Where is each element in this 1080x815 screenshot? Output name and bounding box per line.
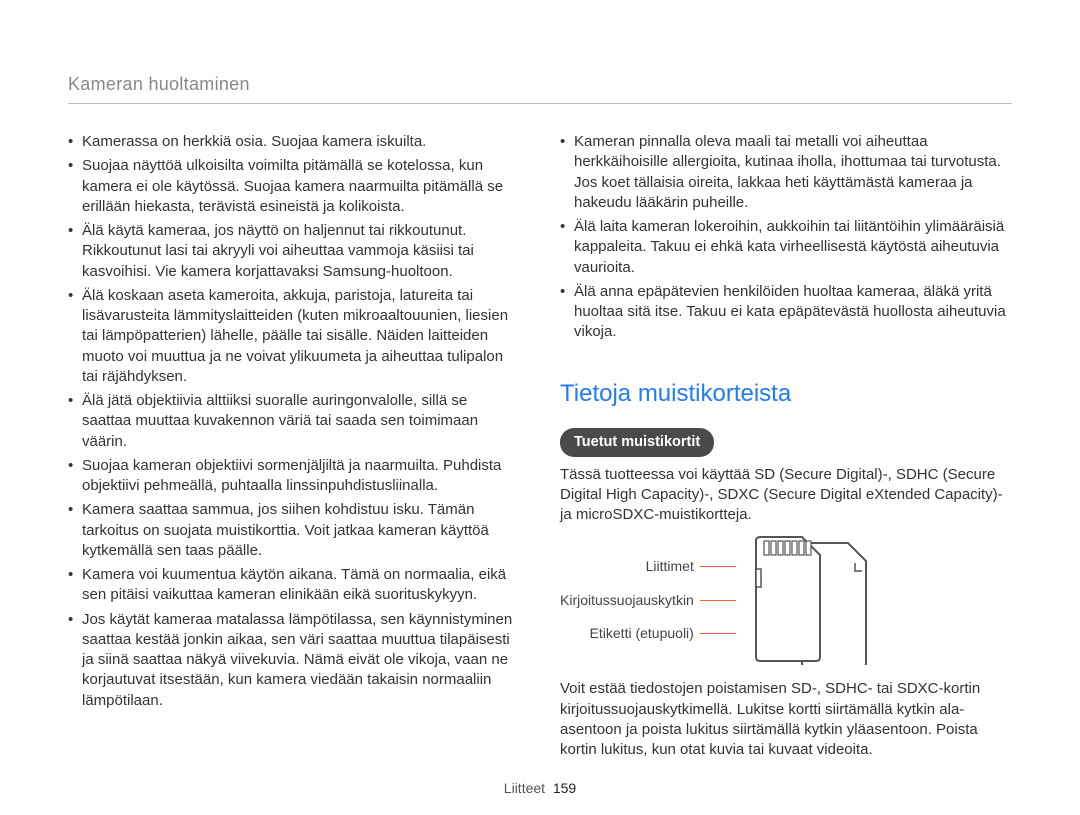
list-item: Kamera voi kuumentua käytön aikana. Tämä… bbox=[68, 565, 520, 606]
sd-label-text: Etiketti (etupuoli) bbox=[590, 624, 694, 644]
sd-label-text: Kirjoitussuojauskytkin bbox=[560, 591, 694, 611]
list-item: Jos käytät kameraa matalassa lämpötilass… bbox=[68, 610, 520, 711]
right-column: Kameran pinnalla oleva maali tai metalli… bbox=[560, 132, 1012, 768]
divider bbox=[68, 103, 1012, 104]
list-item: Kamerassa on herkkiä osia. Suojaa kamera… bbox=[68, 132, 520, 152]
list-item: Älä koskaan aseta kameroita, akkuja, par… bbox=[68, 286, 520, 387]
leader-line bbox=[700, 600, 736, 601]
sd-card-icon bbox=[754, 535, 874, 665]
list-item: Suojaa kameran objektiivi sormenjäljiltä… bbox=[68, 456, 520, 497]
page-footer: Liitteet 159 bbox=[0, 779, 1080, 799]
sd-label-terminal: Liittimet bbox=[646, 557, 736, 577]
list-item: Älä anna epäpätevien henkilöiden huoltaa… bbox=[560, 282, 1012, 343]
leader-line bbox=[700, 633, 736, 634]
right-bullet-list: Kameran pinnalla oleva maali tai metalli… bbox=[560, 132, 1012, 343]
write-protect-paragraph: Voit estää tiedostojen poistamisen SD-, … bbox=[560, 679, 1012, 760]
sd-card-figure: Liittimet Kirjoitussuojauskytkin Etikett… bbox=[560, 535, 1012, 665]
list-item: Älä käytä kameraa, jos näyttö on haljenn… bbox=[68, 221, 520, 282]
breadcrumb: Kameran huoltaminen bbox=[68, 72, 1012, 97]
list-item: Kameran pinnalla oleva maali tai metalli… bbox=[560, 132, 1012, 213]
left-bullet-list: Kamerassa on herkkiä osia. Suojaa kamera… bbox=[68, 132, 520, 711]
content-columns: Kamerassa on herkkiä osia. Suojaa kamera… bbox=[68, 132, 1012, 768]
list-item: Kamera saattaa sammua, jos siihen kohdis… bbox=[68, 500, 520, 561]
sd-label-wpswitch: Kirjoitussuojauskytkin bbox=[560, 591, 736, 611]
list-item: Älä jätä objektiivia alttiiksi suoralle … bbox=[68, 391, 520, 452]
sd-label-front: Etiketti (etupuoli) bbox=[590, 624, 736, 644]
leader-line bbox=[700, 566, 736, 567]
page-number: 159 bbox=[553, 780, 576, 796]
section-title: Tietoja muistikorteista bbox=[560, 377, 1012, 411]
subsection-pill: Tuetut muistikortit bbox=[560, 428, 714, 456]
list-item: Älä laita kameran lokeroihin, aukkoihin … bbox=[560, 217, 1012, 278]
left-column: Kamerassa on herkkiä osia. Suojaa kamera… bbox=[68, 132, 520, 768]
list-item: Suojaa näyttöä ulkoisilta voimilta pitäm… bbox=[68, 156, 520, 217]
supported-cards-paragraph: Tässä tuotteessa voi käyttää SD (Secure … bbox=[560, 465, 1012, 526]
sd-card-labels: Liittimet Kirjoitussuojauskytkin Etikett… bbox=[560, 557, 736, 644]
footer-section: Liitteet bbox=[504, 780, 545, 796]
sd-card-illustration bbox=[754, 535, 874, 665]
sd-label-text: Liittimet bbox=[646, 557, 694, 577]
